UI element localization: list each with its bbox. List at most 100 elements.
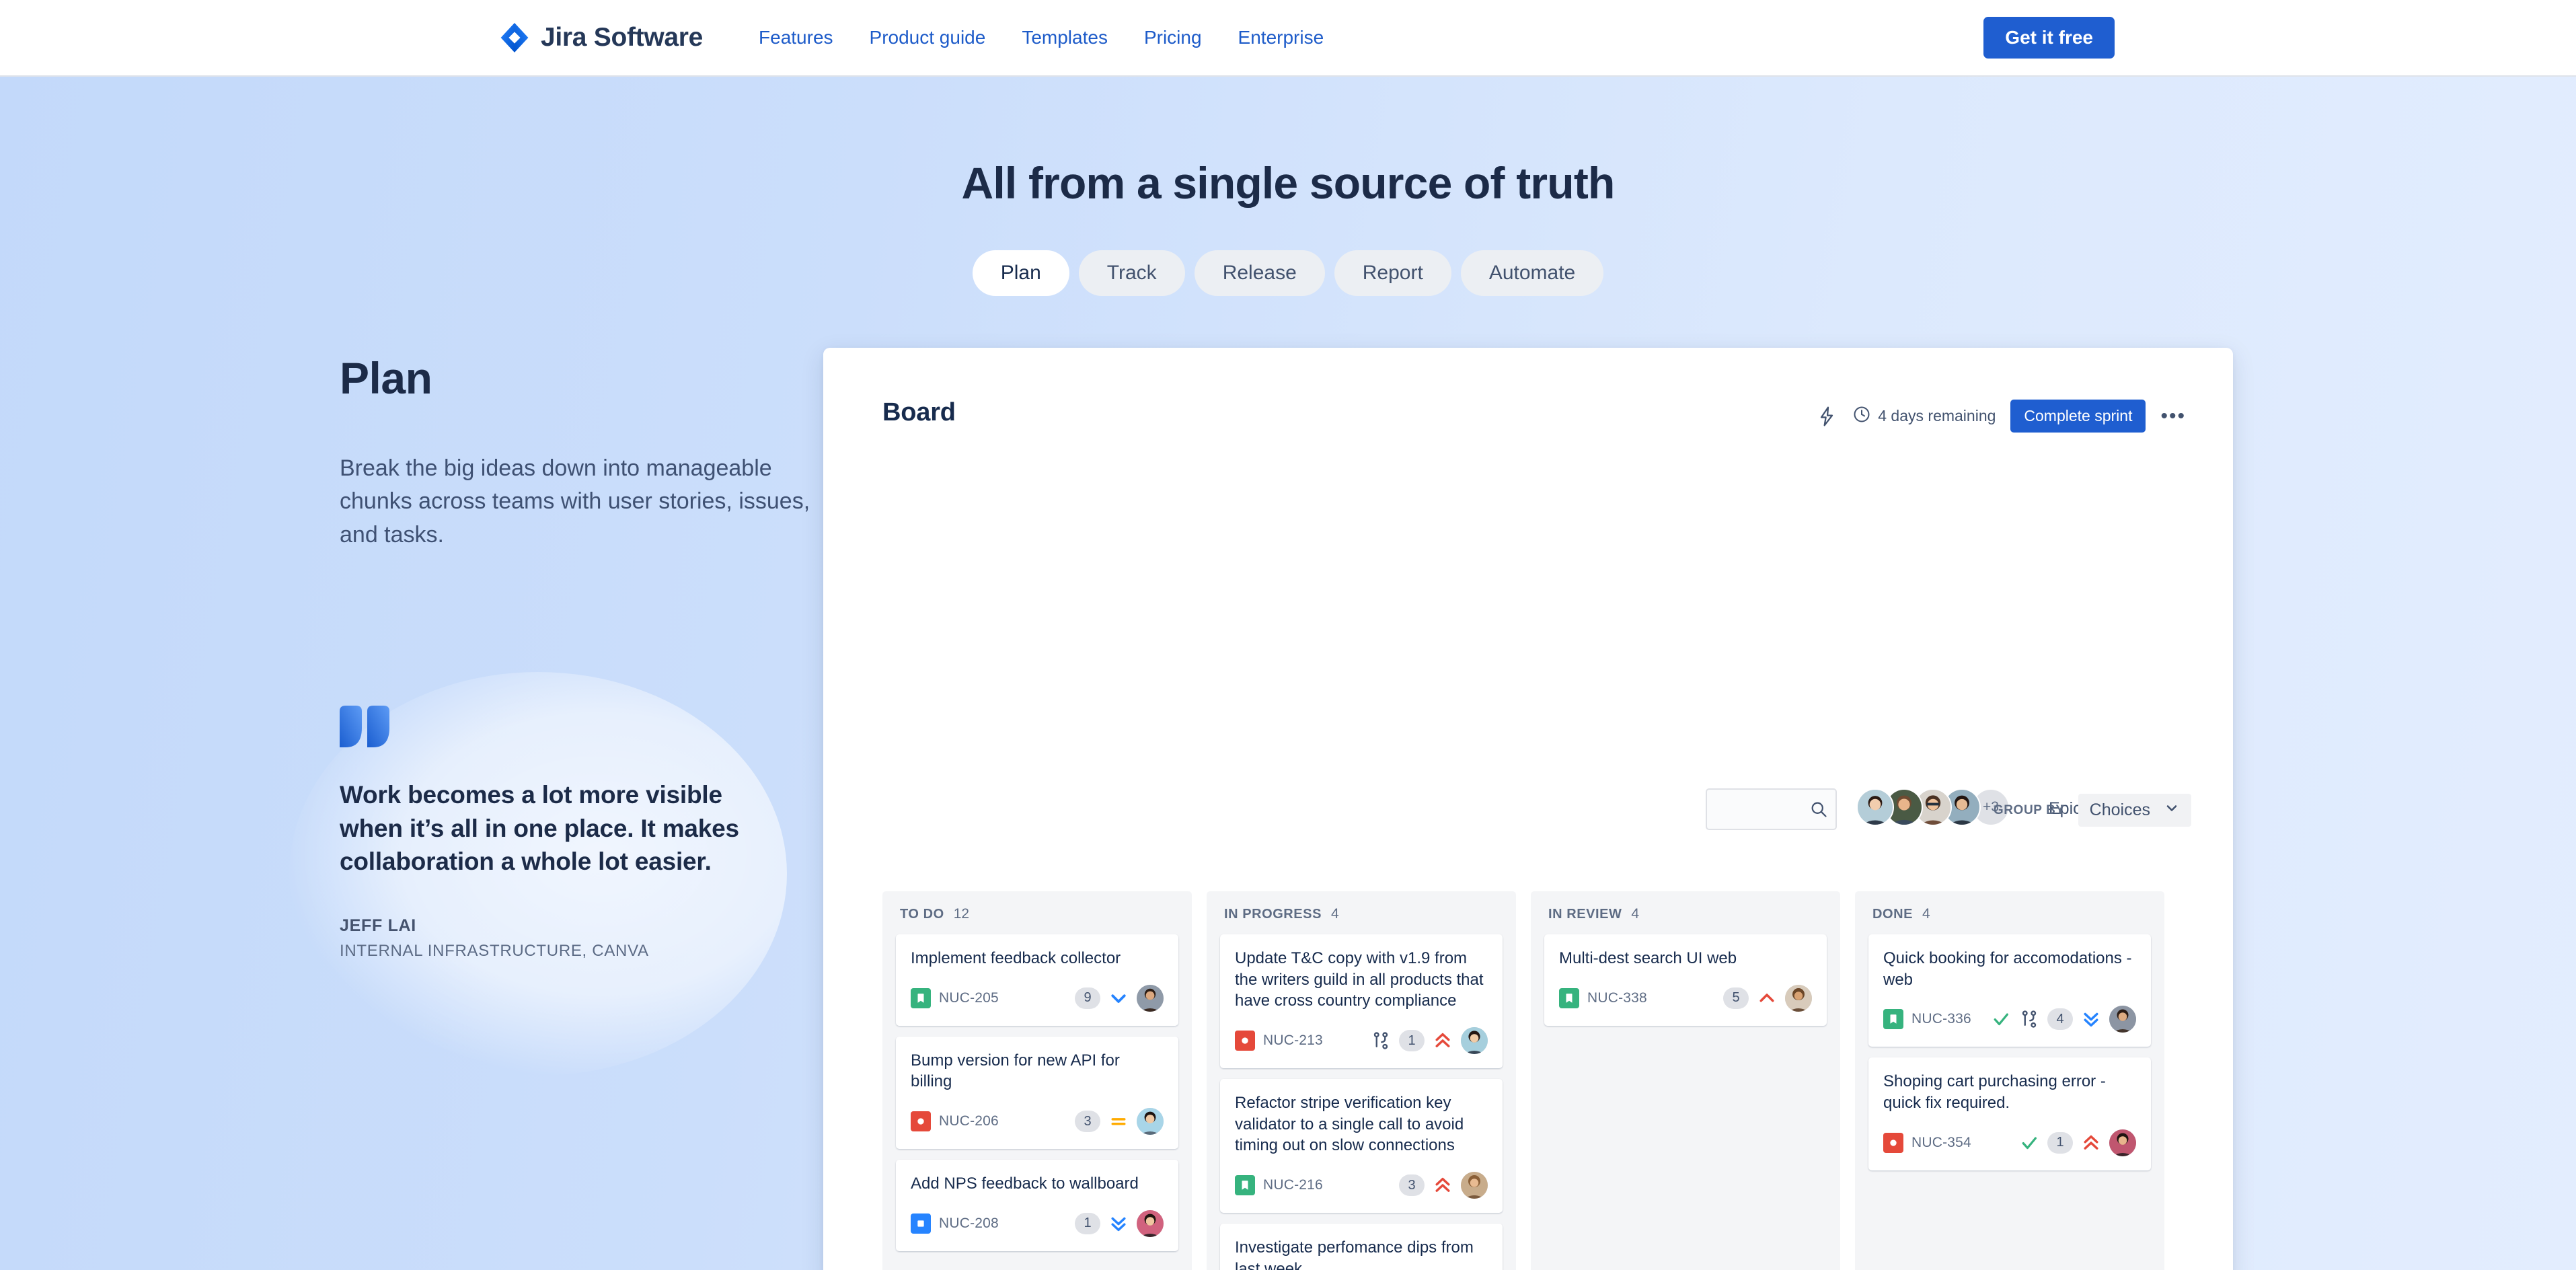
issue-card-footer: NUC-208 1 (911, 1209, 1164, 1238)
complete-sprint-button[interactable]: Complete sprint (2010, 400, 2146, 433)
assignee-avatar[interactable] (2109, 1129, 2136, 1156)
issue-card[interactable]: Multi-dest search UI web NUC-338 5 (1544, 934, 1827, 1026)
issue-card[interactable]: Refactor stripe verification key validat… (1220, 1079, 1503, 1213)
issue-type-story-icon (1883, 1009, 1903, 1030)
testimonial-quote: Work becomes a lot more visible when it’… (340, 706, 784, 961)
issue-card[interactable]: Investigate perfomance dips from last we… (1220, 1224, 1503, 1270)
tab-automate[interactable]: Automate (1460, 250, 1604, 296)
issue-card[interactable]: Shoping cart purchasing error - quick fi… (1868, 1057, 2151, 1170)
assignee-avatar-group: +3 (1856, 788, 2010, 826)
issue-card-footer: NUC-336 4 (1883, 1005, 2136, 1033)
board-column-in-progress: IN PROGRESS 4 Update T&C copy with v1.9 … (1207, 891, 1516, 1270)
issue-title: Implement feedback collector (911, 949, 1121, 967)
nav-link-templates[interactable]: Templates (1003, 27, 1126, 48)
issue-key: NUC-213 (1263, 1033, 1323, 1049)
board-column-done: DONE 4 Quick booking for accomodations -… (1855, 891, 2164, 1270)
assignee-avatar[interactable] (1461, 1172, 1488, 1199)
priority-high-icon (1757, 988, 1777, 1008)
assignee-avatar[interactable] (2109, 1006, 2136, 1033)
issue-card-footer: NUC-354 1 (1883, 1129, 2136, 1157)
issue-type-story-icon (911, 987, 931, 1008)
issue-key: NUC-354 (1911, 1134, 1971, 1150)
sprint-days-remaining: 4 days remaining (1852, 405, 1996, 428)
group-by-label: GROUP BY (1993, 802, 2065, 817)
column-header: IN PROGRESS 4 (1207, 891, 1516, 934)
issue-type-story-icon (1559, 987, 1579, 1008)
group-by-dropdown[interactable]: Choices (2078, 794, 2191, 827)
issue-card-footer: NUC-216 3 (1235, 1171, 1488, 1199)
issue-type-story-icon (1235, 1175, 1255, 1196)
board-columns: TO DO 12 Implement feedback collector NU… (882, 891, 2174, 1270)
tab-plan[interactable]: Plan (972, 250, 1069, 296)
tab-track[interactable]: Track (1078, 250, 1185, 296)
issue-card[interactable]: Add NPS feedback to wallboard NUC-208 1 (896, 1160, 1178, 1251)
assignee-avatar[interactable] (1137, 984, 1164, 1012)
issue-title: Multi-dest search UI web (1559, 949, 1737, 967)
nav-link-enterprise[interactable]: Enterprise (1220, 27, 1342, 48)
issue-card-footer: NUC-213 1 (1235, 1026, 1488, 1055)
jira-board-panel: Board 4 days remaining Complete sprint •… (823, 348, 2233, 1270)
issue-card[interactable]: Implement feedback collector NUC-205 9 (896, 934, 1178, 1026)
nav-link-product-guide[interactable]: Product guide (851, 27, 1004, 48)
issue-key: NUC-206 (939, 1113, 999, 1129)
jira-software-logo[interactable]: Jira Software (498, 21, 703, 54)
column-name: IN PROGRESS (1224, 907, 1322, 922)
assignee-avatar[interactable] (1137, 1209, 1164, 1237)
story-point-estimate: 3 (1075, 1111, 1100, 1133)
issue-meta: 5 (1723, 984, 1812, 1012)
board-column-in-review: IN REVIEW 4 Multi-dest search UI web NUC… (1531, 891, 1840, 1270)
column-header: DONE 4 (1855, 891, 2164, 934)
feature-tabs: Plan Track Release Report Automate (0, 250, 2576, 296)
branch-icon (1371, 1031, 1391, 1051)
issue-card-footer: NUC-338 5 (1559, 984, 1812, 1012)
priority-lowest-icon (1108, 1213, 1129, 1234)
search-box (1706, 788, 1837, 830)
story-point-estimate: 3 (1399, 1174, 1425, 1197)
column-count: 12 (953, 906, 970, 922)
nav-link-pricing[interactable]: Pricing (1126, 27, 1220, 48)
issue-meta: 1 (2019, 1129, 2136, 1156)
issue-title: Investigate perfomance dips from last we… (1235, 1238, 1474, 1270)
issue-type-bug-icon (911, 1111, 931, 1132)
issue-meta: 9 (1075, 984, 1164, 1012)
column-name: TO DO (900, 907, 944, 922)
quote-author-name: JEFF LAI (340, 916, 416, 935)
group-by-control: GROUP BY Choices (1994, 794, 2191, 827)
issue-meta: 1 (1075, 1209, 1164, 1237)
column-cards: Update T&C copy with v1.9 from the write… (1207, 934, 1516, 1270)
quote-author-role: INTERNAL INFRASTRUCTURE, CANVA (340, 941, 649, 960)
column-count: 4 (1631, 906, 1640, 922)
search-input[interactable] (1706, 788, 1837, 830)
story-point-estimate: 1 (1399, 1030, 1425, 1052)
logo-text: Jira Software (541, 23, 704, 52)
issue-card[interactable]: Bump version for new API for billing NUC… (896, 1036, 1178, 1150)
issue-title: Refactor stripe verification key validat… (1235, 1094, 1464, 1155)
issue-card[interactable]: Quick booking for accomodations - web NU… (1868, 934, 2151, 1047)
tab-release[interactable]: Release (1194, 250, 1325, 296)
issue-title: Add NPS feedback to wallboard (911, 1174, 1139, 1193)
issue-meta: 4 (1991, 1006, 2136, 1033)
issue-type-bug-icon (1883, 1132, 1903, 1153)
issue-title: Bump version for new API for billing (911, 1051, 1120, 1091)
nav-links: Features Product guide Templates Pricing… (741, 27, 1342, 48)
issue-type-bug-icon (1235, 1031, 1255, 1051)
assignee-avatar[interactable] (1137, 1108, 1164, 1135)
avatar[interactable] (1856, 788, 1894, 826)
lightning-bolt-icon[interactable] (1811, 400, 1843, 433)
get-it-free-button[interactable]: Get it free (1983, 17, 2115, 59)
column-header: IN REVIEW 4 (1531, 891, 1840, 934)
top-navigation-bar: Jira Software Features Product guide Tem… (0, 0, 2576, 77)
story-point-estimate: 4 (2047, 1008, 2073, 1031)
column-header: TO DO 12 (882, 891, 1192, 934)
issue-card-footer: NUC-205 9 (911, 984, 1164, 1012)
tab-report[interactable]: Report (1334, 250, 1451, 296)
board-header-actions: 4 days remaining Complete sprint ••• (1811, 400, 2191, 433)
board-more-options-button[interactable]: ••• (2155, 406, 2191, 426)
story-point-estimate: 1 (1075, 1212, 1100, 1234)
assignee-avatar[interactable] (1785, 984, 1812, 1012)
issue-card[interactable]: Update T&C copy with v1.9 from the write… (1220, 934, 1503, 1069)
issue-type-task-icon (911, 1213, 931, 1234)
column-count: 4 (1330, 906, 1339, 922)
nav-link-features[interactable]: Features (741, 27, 851, 48)
assignee-avatar[interactable] (1461, 1027, 1488, 1055)
